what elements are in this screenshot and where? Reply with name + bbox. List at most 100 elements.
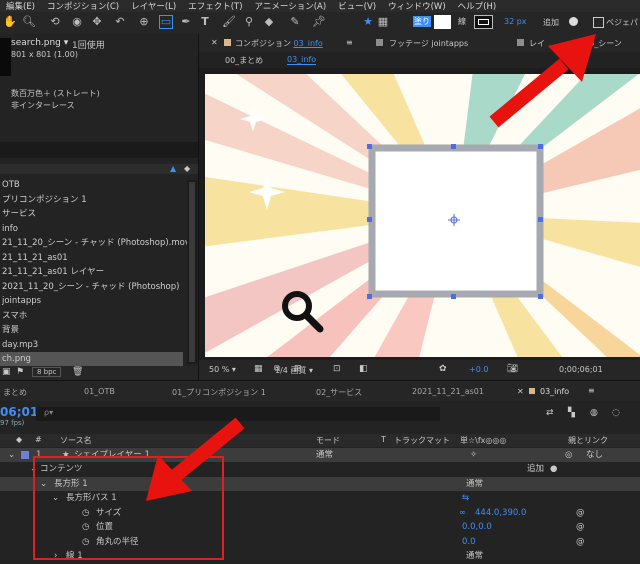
list-item[interactable]: 21_11_21_as01 xyxy=(0,251,68,265)
parent-header[interactable]: 親とリンク xyxy=(568,435,608,446)
list-item[interactable]: 21_11_21_as01 レイヤー xyxy=(0,265,104,279)
menu-icon[interactable]: ≡ xyxy=(588,386,595,395)
track-matte-header[interactable]: トラックマット xyxy=(394,435,450,446)
bpc-button[interactable]: 8 bpc xyxy=(32,367,62,377)
menu-layer[interactable]: レイヤー(L) xyxy=(131,0,176,12)
menu-animation[interactable]: アニメーション(A) xyxy=(255,0,327,12)
list-item[interactable]: 背景 xyxy=(0,323,19,337)
eraser-tool-icon[interactable]: ◆ xyxy=(262,15,276,29)
color-channel-icon[interactable]: ✿ xyxy=(439,364,447,374)
pan-behind-tool-icon[interactable]: ✥ xyxy=(90,15,104,29)
toggle-mask-icon[interactable]: ◧ xyxy=(359,364,368,374)
list-item-selected[interactable]: ch.png xyxy=(0,352,183,366)
resolution-dropdown[interactable]: 1/4 画質 ▾ xyxy=(275,365,313,376)
zoom-tool-icon[interactable]: 🔍︎ xyxy=(22,15,36,29)
hand-tool-icon[interactable]: ✋ xyxy=(3,15,17,29)
trash-icon[interactable]: 🗑︎ xyxy=(72,367,83,377)
tab-as01[interactable]: 2021_11_21_as01 xyxy=(412,387,484,396)
menu-icon[interactable]: ≡ xyxy=(346,38,353,47)
stroke-width-value[interactable]: 32 px xyxy=(504,17,527,26)
clone-stamp-tool-icon[interactable]: ⚲ xyxy=(242,15,256,29)
close-icon[interactable]: ✕ xyxy=(517,387,524,396)
link-icon[interactable]: ∞ xyxy=(459,506,466,520)
menu-window[interactable]: ウィンドウ(W) xyxy=(388,0,446,12)
tab-composition[interactable]: コンポジション 03_info xyxy=(235,38,323,49)
layer-expand-icon[interactable]: ⌄ xyxy=(8,448,15,462)
shy-icon[interactable]: ▚ xyxy=(568,408,575,418)
stroke-swatch[interactable] xyxy=(474,15,493,29)
add-play-icon[interactable] xyxy=(569,17,578,26)
menu-composition[interactable]: コンポジション(C) xyxy=(47,0,119,12)
type-tool-icon[interactable]: T xyxy=(198,15,212,29)
snapshot-icon[interactable]: 📷︎ xyxy=(507,364,518,374)
zoom-dropdown[interactable]: 50 % ▾ xyxy=(209,365,236,374)
add-label[interactable]: 追加 xyxy=(543,17,559,28)
list-item[interactable]: プリコンポジション 1 xyxy=(0,193,87,207)
rectangle-shape[interactable] xyxy=(368,144,544,298)
new-folder-icon[interactable]: ▣ xyxy=(2,367,11,377)
expression-icon[interactable]: @ xyxy=(576,520,585,534)
roundness-value[interactable]: 0.0 xyxy=(462,535,476,549)
expression-icon[interactable]: @ xyxy=(576,506,585,520)
rectangle-tool-icon[interactable]: ▭ xyxy=(159,15,173,29)
current-time[interactable]: 0;00;06;01 xyxy=(559,365,603,374)
menu-view[interactable]: ビュー(V) xyxy=(338,0,376,12)
menu-effect[interactable]: エフェクト(T) xyxy=(188,0,242,12)
roto-brush-tool-icon[interactable]: ✎ xyxy=(288,15,302,29)
list-item[interactable]: 2021_11_20_シーン - チャッド (Photoshop) xyxy=(0,280,179,294)
list-item[interactable]: info xyxy=(0,222,18,236)
file-name[interactable]: search.png ▾ xyxy=(11,38,68,48)
exposure-value[interactable]: +0.0 xyxy=(469,365,488,374)
breadcrumb-item[interactable]: 00_まとめ xyxy=(225,55,263,66)
tab-service[interactable]: 02_サービス xyxy=(316,387,362,398)
list-item[interactable]: 21_11_20_シーン - チャッド (Photoshop).mov xyxy=(0,236,190,250)
path-direction-icon[interactable]: ⇆ xyxy=(462,491,469,505)
pen-tool-icon[interactable]: ✒ xyxy=(179,15,193,29)
layer-parent-dropdown[interactable]: なし xyxy=(586,448,603,462)
list-item[interactable]: スマホ xyxy=(0,309,27,323)
expression-icon[interactable]: @ xyxy=(576,535,585,549)
menu-help[interactable]: ヘルプ(H) xyxy=(458,0,497,12)
transparency-icon[interactable]: ⊡ xyxy=(333,364,341,374)
tab-info[interactable]: 03_info xyxy=(540,387,569,396)
add-play-icon[interactable]: ● xyxy=(550,462,557,476)
bezier-checkbox[interactable] xyxy=(593,17,604,28)
layer-mode-dropdown[interactable]: 通常 xyxy=(316,448,333,462)
collapse-icon[interactable]: ✧ xyxy=(470,448,477,462)
list-item[interactable]: jointapps xyxy=(0,294,41,308)
puppet-tool-icon[interactable]: 📌︎ xyxy=(312,15,326,29)
tab-matome[interactable]: まとめ xyxy=(3,387,27,398)
fill-checker-icon[interactable]: ▦ xyxy=(376,15,390,29)
rect-mode-dropdown[interactable]: 通常 xyxy=(466,477,483,491)
tab-footage[interactable]: フッテージ jointapps xyxy=(389,38,468,49)
tab-precomp[interactable]: 01_プリコンポジション 1 xyxy=(172,387,266,398)
interpret-icon[interactable]: ⚑ xyxy=(16,367,24,377)
orbit-tool-icon[interactable]: ◉ xyxy=(70,15,84,29)
list-item[interactable]: サービス xyxy=(0,207,36,221)
menu-edit[interactable]: 編集(E) xyxy=(6,0,35,12)
project-scrollbar[interactable] xyxy=(187,180,197,364)
project-search-input[interactable] xyxy=(0,142,198,158)
anchor-tool-icon[interactable]: ⊕ xyxy=(137,15,151,29)
star-icon[interactable]: ★ xyxy=(361,15,375,29)
position-value[interactable]: 0.0,0.0 xyxy=(462,520,492,534)
comp-flowchart-icon[interactable]: ⇄ xyxy=(546,408,554,418)
mode-header[interactable]: モード xyxy=(316,435,340,446)
close-icon[interactable]: ✕ xyxy=(211,38,218,47)
size-value[interactable]: 444.0,390.0 xyxy=(475,506,526,520)
stroke-mode-dropdown[interactable]: 通常 xyxy=(466,549,483,563)
add-contents-button[interactable]: 追加 xyxy=(527,462,544,476)
list-item[interactable]: day.mp3 xyxy=(0,338,38,352)
breadcrumb-current[interactable]: 03_info xyxy=(287,55,317,65)
source-name-header[interactable]: ソース名 xyxy=(60,435,92,446)
undo-icon[interactable]: ↶ xyxy=(113,15,127,29)
tab-otb[interactable]: 01_OTB xyxy=(84,387,115,396)
rotate-tool-icon[interactable]: ⟲ xyxy=(48,15,62,29)
motion-blur-icon[interactable]: ◍ xyxy=(590,408,598,418)
label-tag-icon[interactable]: ◆ xyxy=(184,164,190,173)
brush-tool-icon[interactable]: 🖌︎ xyxy=(222,15,236,29)
parent-pickwhip-icon[interactable]: ◎ xyxy=(565,448,572,462)
fill-swatch[interactable] xyxy=(434,15,451,29)
fill-label[interactable]: 塗り xyxy=(413,16,431,27)
sort-up-icon[interactable]: ▲ xyxy=(170,164,176,173)
